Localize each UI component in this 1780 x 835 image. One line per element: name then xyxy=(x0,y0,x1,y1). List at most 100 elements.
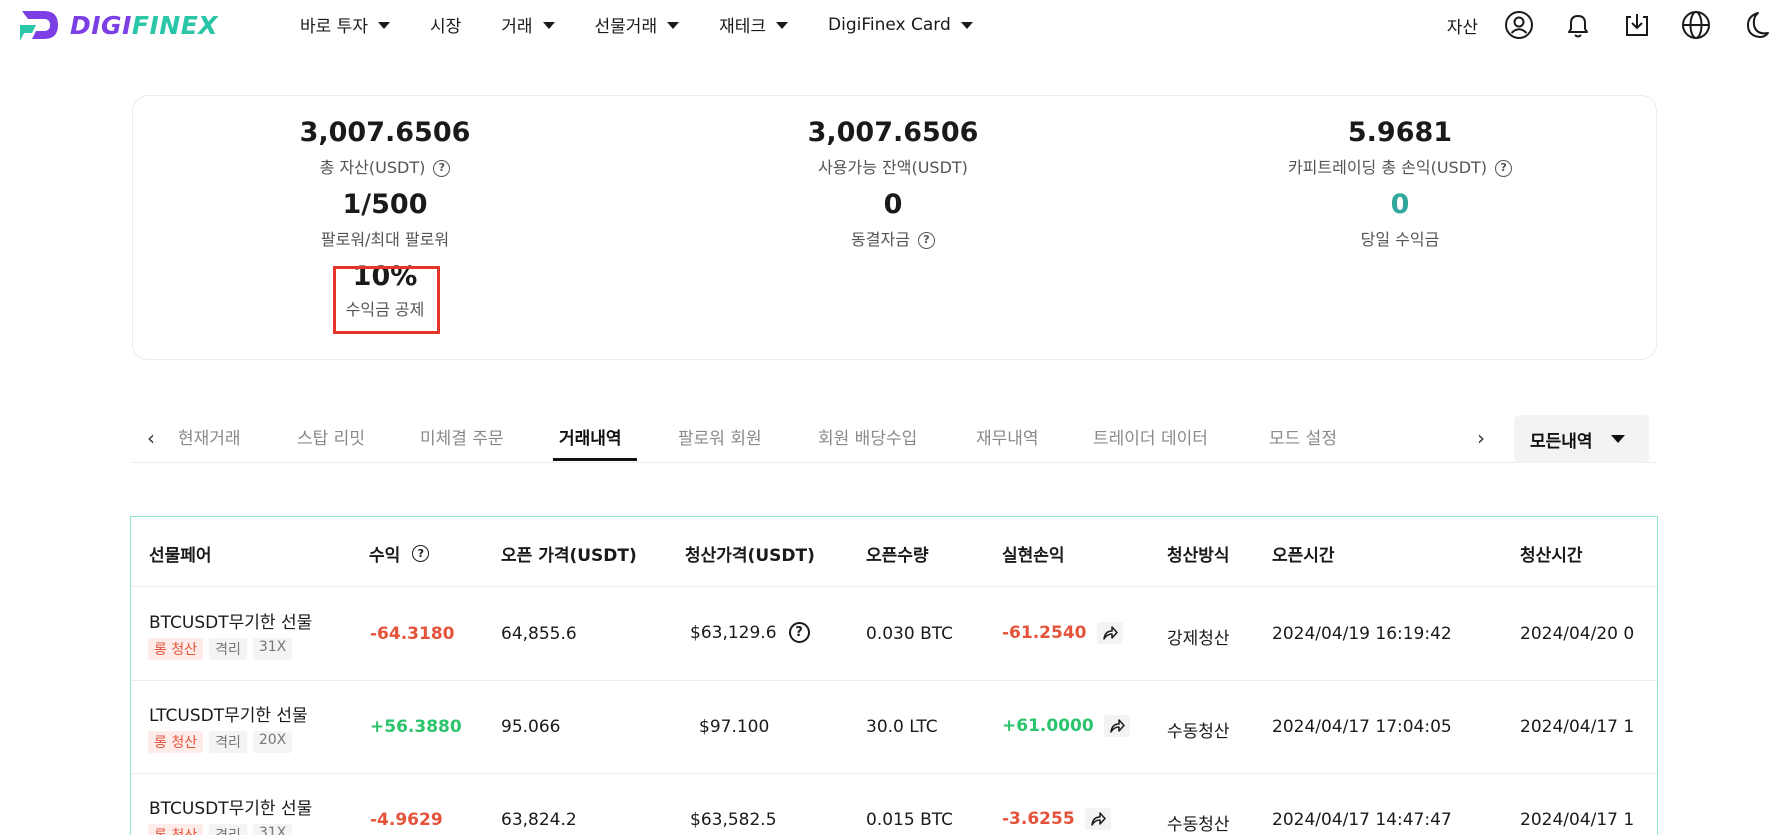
nav-item-market[interactable]: 시장 xyxy=(430,12,461,37)
bell-icon[interactable] xyxy=(1561,8,1595,42)
table-row[interactable]: BTCUSDT무기한 선물 롱 청산 격리 31X -4.9629 63,824… xyxy=(131,774,1657,835)
total-asset-label: 총 자산(USDT) xyxy=(319,158,426,177)
pair-name[interactable]: LTCUSDT무기한 선물 xyxy=(149,701,308,726)
top-nav: DIGIFINEX 바로 투자 시장 거래 선물거래 재테크 DigiFinex… xyxy=(0,0,1780,50)
header-close-price: 청산가격(USDT) xyxy=(685,546,815,566)
logo-mark-icon xyxy=(20,11,58,41)
margin-badge: 격리 xyxy=(209,638,247,660)
today-profit-value: 0 xyxy=(1390,189,1410,220)
help-icon[interactable]: ? xyxy=(1495,159,1513,177)
help-icon[interactable]: ? xyxy=(788,622,810,643)
side-badge: 롱 청산 xyxy=(148,638,204,660)
tab-trade-history[interactable]: 거래내역 xyxy=(559,424,622,449)
globe-icon[interactable] xyxy=(1679,8,1713,42)
chevron-right-icon[interactable]: › xyxy=(1477,426,1485,450)
tab-current-trades[interactable]: 현재거래 xyxy=(178,424,241,449)
user-icon[interactable] xyxy=(1502,8,1536,42)
help-icon[interactable]: ? xyxy=(412,545,430,562)
logo-text: DIGIFINEX xyxy=(70,11,218,40)
share-icon[interactable] xyxy=(1103,715,1130,737)
moon-icon[interactable] xyxy=(1738,8,1772,42)
history-filter-dropdown[interactable]: 모든내역 xyxy=(1514,415,1649,463)
nav-item-label: 시장 xyxy=(429,17,462,37)
main-menu: 바로 투자 시장 거래 선물거래 재테크 DigiFinex Card xyxy=(300,12,1013,37)
total-asset-label-row: 총 자산(USDT)? xyxy=(135,157,635,179)
tab-followers[interactable]: 팔로워 회원 xyxy=(678,424,762,449)
close-time: 2024/04/20 0 xyxy=(1520,624,1635,644)
close-price: $63,582.5 xyxy=(690,810,777,830)
chevron-down-icon xyxy=(542,22,555,29)
position-tags: 롱 청산 격리 20X xyxy=(148,731,298,753)
close-price: $97.100 xyxy=(699,717,770,737)
header-open-price: 오픈 가격(USDT) xyxy=(501,546,637,566)
header-profit: 수익 xyxy=(369,546,401,566)
header-pair: 선물페어 xyxy=(149,546,212,566)
chevron-down-icon xyxy=(960,22,973,29)
nav-item-trade[interactable]: 거래 xyxy=(501,12,555,37)
tab-mode-settings[interactable]: 모드 설정 xyxy=(1269,424,1337,449)
nav-asset-link[interactable]: 자산 xyxy=(1447,13,1478,38)
account-summary-card: 3,007.6506 총 자산(USDT)? 1/500 팔로워/최대 팔로워 … xyxy=(132,95,1657,360)
header-close-time: 청산시간 xyxy=(1520,546,1583,566)
nav-item-quick-invest[interactable]: 바로 투자 xyxy=(300,12,390,37)
followers-label: 팔로워/최대 팔로워 xyxy=(320,230,450,249)
digifinex-logo[interactable]: DIGIFINEX xyxy=(18,7,218,43)
tab-finance-history[interactable]: 재무내역 xyxy=(976,424,1039,449)
frozen-funds-value: 0 xyxy=(883,189,903,220)
chevron-down-icon xyxy=(667,22,680,29)
close-price: $63,129.6 xyxy=(690,622,777,643)
available-balance-value: 3,007.6506 xyxy=(807,117,979,148)
tab-trader-data[interactable]: 트레이더 데이터 xyxy=(1093,424,1208,449)
share-icon[interactable] xyxy=(1084,808,1111,830)
table-row[interactable]: BTCUSDT무기한 선물 롱 청산 격리 31X -64.3180 64,85… xyxy=(131,588,1657,681)
filter-label: 모든내역 xyxy=(1530,431,1593,452)
help-icon[interactable]: ? xyxy=(917,231,935,249)
nav-item-card[interactable]: DigiFinex Card xyxy=(828,15,973,35)
download-icon[interactable] xyxy=(1620,8,1654,42)
margin-badge: 격리 xyxy=(209,824,247,835)
position-tags: 롱 청산 격리 31X xyxy=(148,638,298,660)
tab-stop-limit[interactable]: 스탑 리밋 xyxy=(297,424,365,449)
help-icon[interactable]: ? xyxy=(433,159,451,177)
profit-value: +56.3880 xyxy=(370,717,462,737)
close-method: 강제청산 xyxy=(1167,629,1230,649)
close-time: 2024/04/17 1 xyxy=(1520,810,1635,830)
open-time: 2024/04/19 16:19:42 xyxy=(1272,624,1452,644)
nav-right: 자산 xyxy=(1447,8,1780,42)
chevron-down-icon xyxy=(377,22,390,29)
nav-item-label: 거래 xyxy=(501,17,533,37)
nav-item-label: 바로 투자 xyxy=(300,17,368,37)
profit-value: -64.3180 xyxy=(370,624,455,644)
summary-column-available: 3,007.6506 사용가능 잔액(USDT) 0 동결자금? xyxy=(643,96,1143,251)
frozen-funds-label-row: 동결자금? xyxy=(643,229,1143,251)
nav-item-label: DigiFinex Card xyxy=(828,14,951,35)
available-balance-label: 사용가능 잔액(USDT) xyxy=(818,158,968,177)
pair-name[interactable]: BTCUSDT무기한 선물 xyxy=(149,608,312,633)
copy-pnl-label-row: 카피트레이딩 총 손익(USDT)? xyxy=(1150,157,1650,179)
header-open-time: 오픈시간 xyxy=(1272,546,1335,566)
open-price: 64,855.6 xyxy=(501,624,577,644)
table-row[interactable]: LTCUSDT무기한 선물 롱 청산 격리 20X +56.3880 95.06… xyxy=(131,681,1657,774)
tab-member-dividends[interactable]: 회원 배당수입 xyxy=(818,424,917,449)
followers-value: 1/500 xyxy=(342,189,428,220)
pair-name[interactable]: BTCUSDT무기한 선물 xyxy=(149,794,312,819)
open-time: 2024/04/17 17:04:05 xyxy=(1272,717,1452,737)
share-icon[interactable] xyxy=(1096,622,1123,644)
nav-item-finance[interactable]: 재테크 xyxy=(719,12,789,37)
copy-pnl-label: 카피트레이딩 총 손익(USDT) xyxy=(1287,158,1488,177)
realized-pnl-cell: -3.6255 xyxy=(1002,808,1111,830)
table-header: 선물페어 수익? 오픈 가격(USDT) 청산가격(USDT) 오픈수량 실현손… xyxy=(131,517,1657,587)
position-tags: 롱 청산 격리 31X xyxy=(148,824,298,835)
nav-item-futures[interactable]: 선물거래 xyxy=(595,12,680,37)
copy-pnl-value: 5.9681 xyxy=(1347,117,1453,148)
chevron-down-icon xyxy=(776,22,789,29)
open-price: 63,824.2 xyxy=(501,810,577,830)
leverage-badge: 31X xyxy=(252,824,293,835)
realized-pnl-cell: +61.0000 xyxy=(1002,715,1130,737)
open-time: 2024/04/17 14:47:47 xyxy=(1272,810,1452,830)
tab-open-orders[interactable]: 미체결 주문 xyxy=(420,424,504,449)
chevron-left-icon[interactable]: ‹ xyxy=(147,426,155,450)
logo-text-main: DIGI xyxy=(70,10,132,40)
open-qty: 0.030 BTC xyxy=(866,624,953,644)
nav-item-label: 선물거래 xyxy=(594,17,658,37)
